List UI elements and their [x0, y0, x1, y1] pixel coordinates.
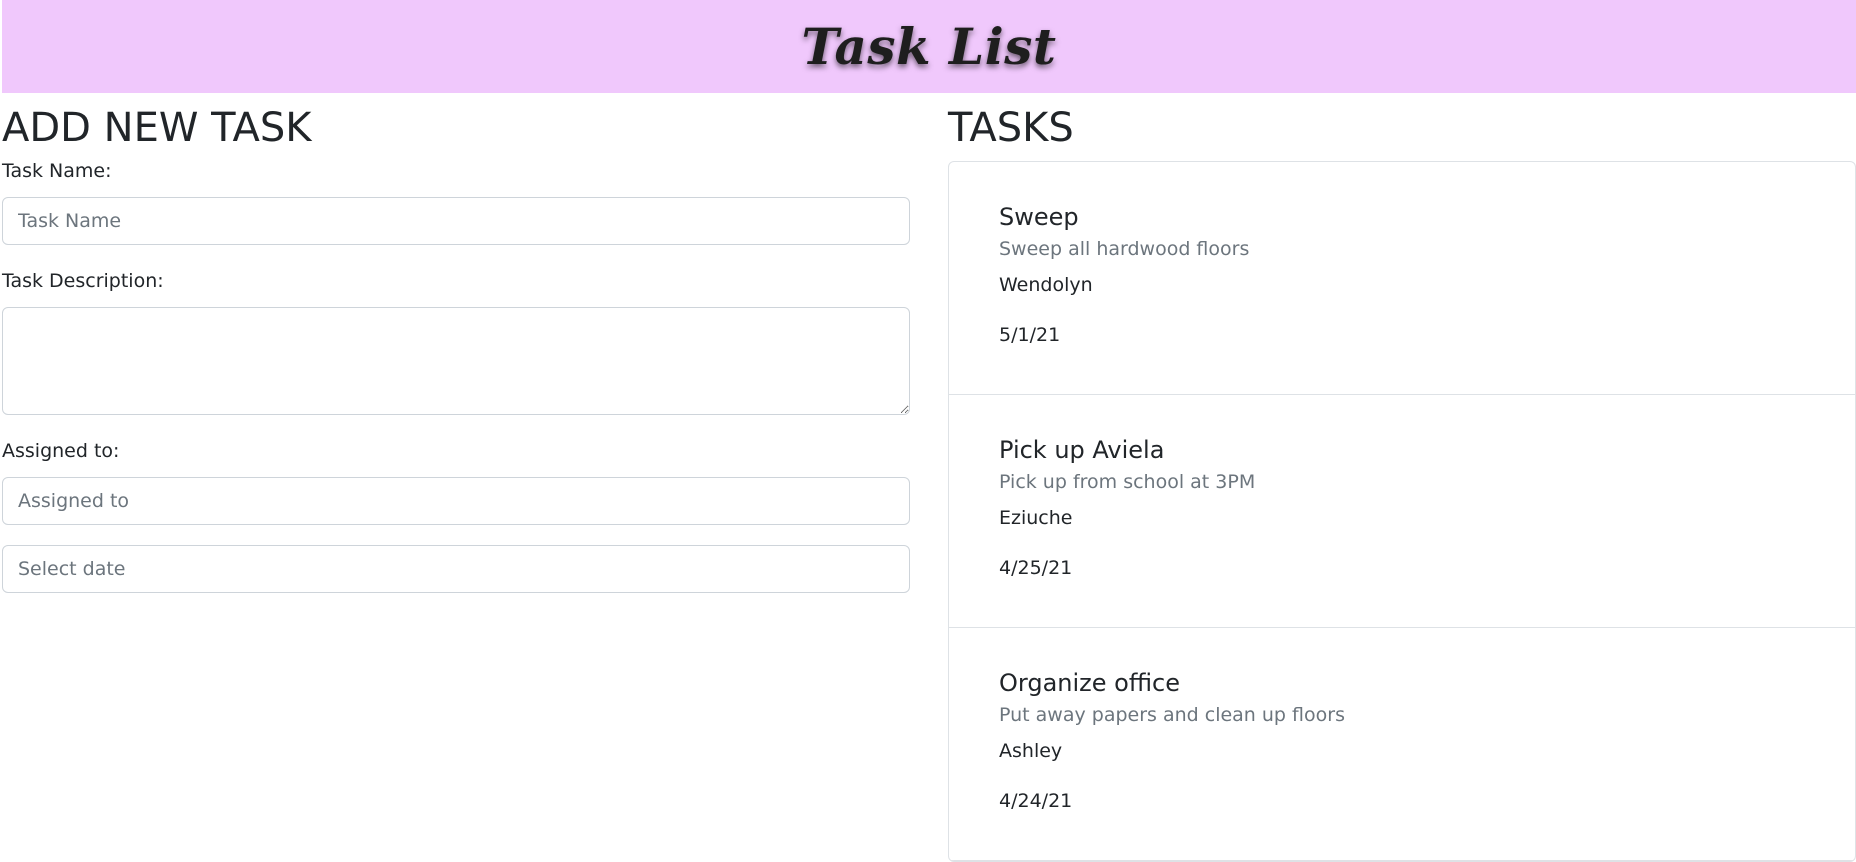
- tasks-heading: TASKS: [948, 105, 1074, 151]
- task-description: Pick up from school at 3PM: [999, 471, 1256, 493]
- task-date: 4/24/21: [999, 790, 1073, 812]
- task-name: Organize office: [999, 669, 1180, 697]
- task-name-input[interactable]: [2, 197, 910, 245]
- task-name: Sweep: [999, 203, 1079, 231]
- tasks-panel: TASKS Sweep Sweep all hardwood floors We…: [948, 93, 1856, 862]
- task-card[interactable]: Organize office Put away papers and clea…: [949, 628, 1855, 861]
- app-title: Task List: [801, 17, 1057, 76]
- task-date: 5/1/21: [999, 324, 1061, 346]
- task-description-label: Task Description:: [2, 270, 164, 292]
- task-assignee: Eziuche: [999, 507, 1073, 529]
- task-date: 4/25/21: [999, 557, 1073, 579]
- task-name: Pick up Aviela: [999, 436, 1165, 464]
- task-assignee: Wendolyn: [999, 274, 1093, 296]
- page-header: Task List: [2, 0, 1856, 93]
- tasks-list: Sweep Sweep all hardwood floors Wendolyn…: [948, 161, 1856, 862]
- task-name-label: Task Name:: [2, 160, 112, 182]
- task-card[interactable]: Sweep Sweep all hardwood floors Wendolyn…: [949, 162, 1855, 395]
- add-task-heading: ADD NEW TASK: [2, 105, 312, 151]
- task-assignee: Ashley: [999, 740, 1063, 762]
- task-card[interactable]: Pick up Aviela Pick up from school at 3P…: [949, 395, 1855, 628]
- task-description: Sweep all hardwood floors: [999, 238, 1250, 260]
- task-description: Put away papers and clean up floors: [999, 704, 1345, 726]
- add-task-panel: ADD NEW TASK Task Name: Task Description…: [2, 93, 910, 593]
- task-description-textarea[interactable]: [2, 307, 910, 415]
- assigned-to-label: Assigned to:: [2, 440, 120, 462]
- date-picker-input[interactable]: [2, 545, 910, 593]
- assigned-to-input[interactable]: [2, 477, 910, 525]
